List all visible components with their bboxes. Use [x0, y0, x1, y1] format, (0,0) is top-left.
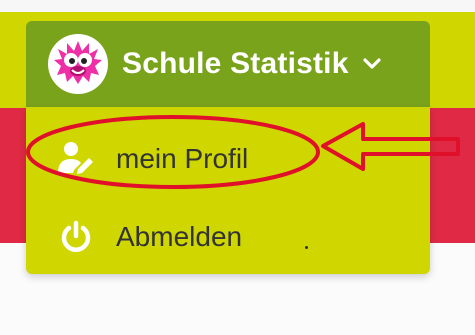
power-icon: [56, 217, 96, 257]
user-dropdown-menu: mein Profil Abmelden: [26, 107, 430, 274]
username-label: Schule Statistik: [122, 47, 349, 80]
stray-dot: [305, 246, 308, 249]
menu-item-label: Abmelden: [116, 221, 243, 252]
pink-monster-mascot-icon: [48, 34, 108, 94]
menu-item-profile[interactable]: mein Profil: [26, 129, 430, 189]
user-edit-icon: [56, 139, 96, 179]
user-menu-button[interactable]: Schule Statistik: [26, 21, 430, 107]
chevron-down-icon: [363, 58, 381, 70]
top-strip: [0, 0, 475, 12]
menu-item-logout[interactable]: Abmelden: [26, 207, 430, 267]
menu-item-label: mein Profil: [116, 143, 249, 174]
